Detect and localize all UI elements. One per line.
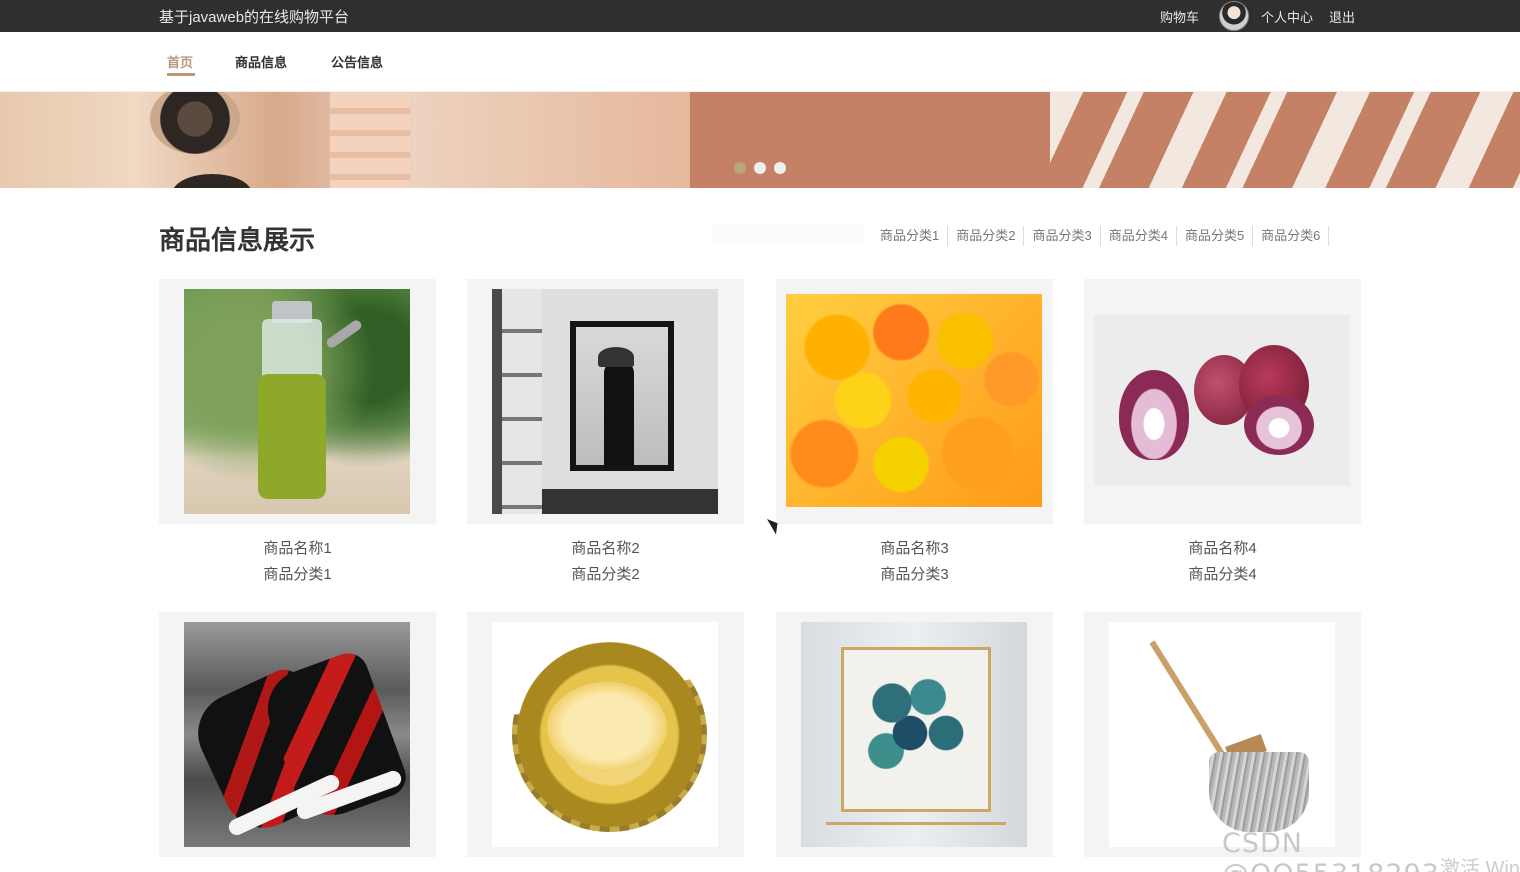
carousel-dot-3[interactable]	[774, 162, 786, 174]
product-image-box	[467, 279, 744, 524]
section-title: 商品信息展示	[159, 225, 316, 255]
nav-active-indicator	[167, 73, 195, 76]
category-tab-6[interactable]: 商品分类6	[1253, 226, 1330, 246]
banner-stripes	[330, 92, 410, 188]
product-card[interactable]	[776, 612, 1053, 870]
product-image-jelly-cups[interactable]	[786, 294, 1042, 507]
category-tab-5[interactable]: 商品分类5	[1177, 226, 1254, 246]
profile-link[interactable]: 个人中心	[1261, 7, 1313, 26]
carousel-dot-1[interactable]	[734, 162, 746, 174]
product-image-box	[1084, 612, 1361, 857]
product-image-water-bottle[interactable]	[184, 289, 410, 514]
product-image-box	[159, 279, 436, 524]
cart-link[interactable]: 购物车	[1160, 7, 1199, 26]
category-tabs: 商品分类1 商品分类2 商品分类3 商品分类4 商品分类5 商品分类6	[872, 226, 1330, 246]
product-category: 商品分类2	[571, 566, 640, 583]
site-title: 基于javaweb的在线购物平台	[159, 9, 350, 26]
product-image-gingko-painting[interactable]	[801, 622, 1027, 847]
nav-notices[interactable]: 公告信息	[331, 52, 383, 71]
product-name[interactable]: 商品名称1	[159, 537, 436, 558]
product-category: 商品分类1	[263, 566, 332, 583]
product-image-durian[interactable]	[492, 622, 718, 847]
main-nav: 首页 商品信息 公告信息	[0, 32, 1520, 92]
category-tab-4[interactable]: 商品分类4	[1101, 226, 1177, 246]
carousel-dot-2[interactable]	[754, 162, 766, 174]
product-card[interactable]: 商品名称4 商品分类4	[1084, 279, 1361, 584]
logout-link[interactable]: 退出	[1329, 7, 1355, 26]
product-category: 商品分类3	[880, 566, 949, 583]
banner-brush-lettering	[1050, 92, 1520, 188]
product-card[interactable]: 商品名称1 商品分类1	[159, 279, 436, 584]
carousel-dots	[734, 162, 794, 174]
search-input[interactable]	[712, 225, 865, 245]
product-image-sneakers[interactable]	[184, 622, 410, 847]
product-image-box	[776, 279, 1053, 524]
category-tab-3[interactable]: 商品分类3	[1024, 226, 1101, 246]
nav-products[interactable]: 商品信息	[235, 52, 287, 71]
product-card[interactable]	[467, 612, 744, 870]
product-name[interactable]: 商品名称3	[776, 537, 1053, 558]
product-card[interactable]: 商品名称3 商品分类3	[776, 279, 1053, 584]
top-bar: 基于javaweb的在线购物平台 购物车 个人中心 退出	[0, 0, 1520, 32]
product-category: 商品分类4	[1188, 566, 1257, 583]
category-tab-2[interactable]: 商品分类2	[948, 226, 1025, 246]
product-card[interactable]: 商品名称2 商品分类2	[467, 279, 744, 584]
product-image-wall-art[interactable]	[492, 289, 718, 514]
nav-home[interactable]: 首页	[167, 52, 193, 71]
product-image-onions[interactable]	[1094, 315, 1350, 486]
product-name[interactable]: 商品名称4	[1084, 537, 1361, 558]
product-name[interactable]: 商品名称2	[467, 537, 744, 558]
product-card[interactable]	[159, 612, 436, 870]
avatar[interactable]	[1218, 1, 1249, 31]
product-image-box	[159, 612, 436, 857]
product-image-box	[776, 612, 1053, 857]
windows-activation-notice: 激活 Win	[1440, 858, 1520, 872]
product-image-mop[interactable]	[1109, 622, 1335, 847]
user-links: 购物车 个人中心 退出	[1160, 0, 1355, 32]
product-image-box	[467, 612, 744, 857]
product-image-box	[1084, 279, 1361, 524]
category-tab-1[interactable]: 商品分类1	[872, 226, 949, 246]
